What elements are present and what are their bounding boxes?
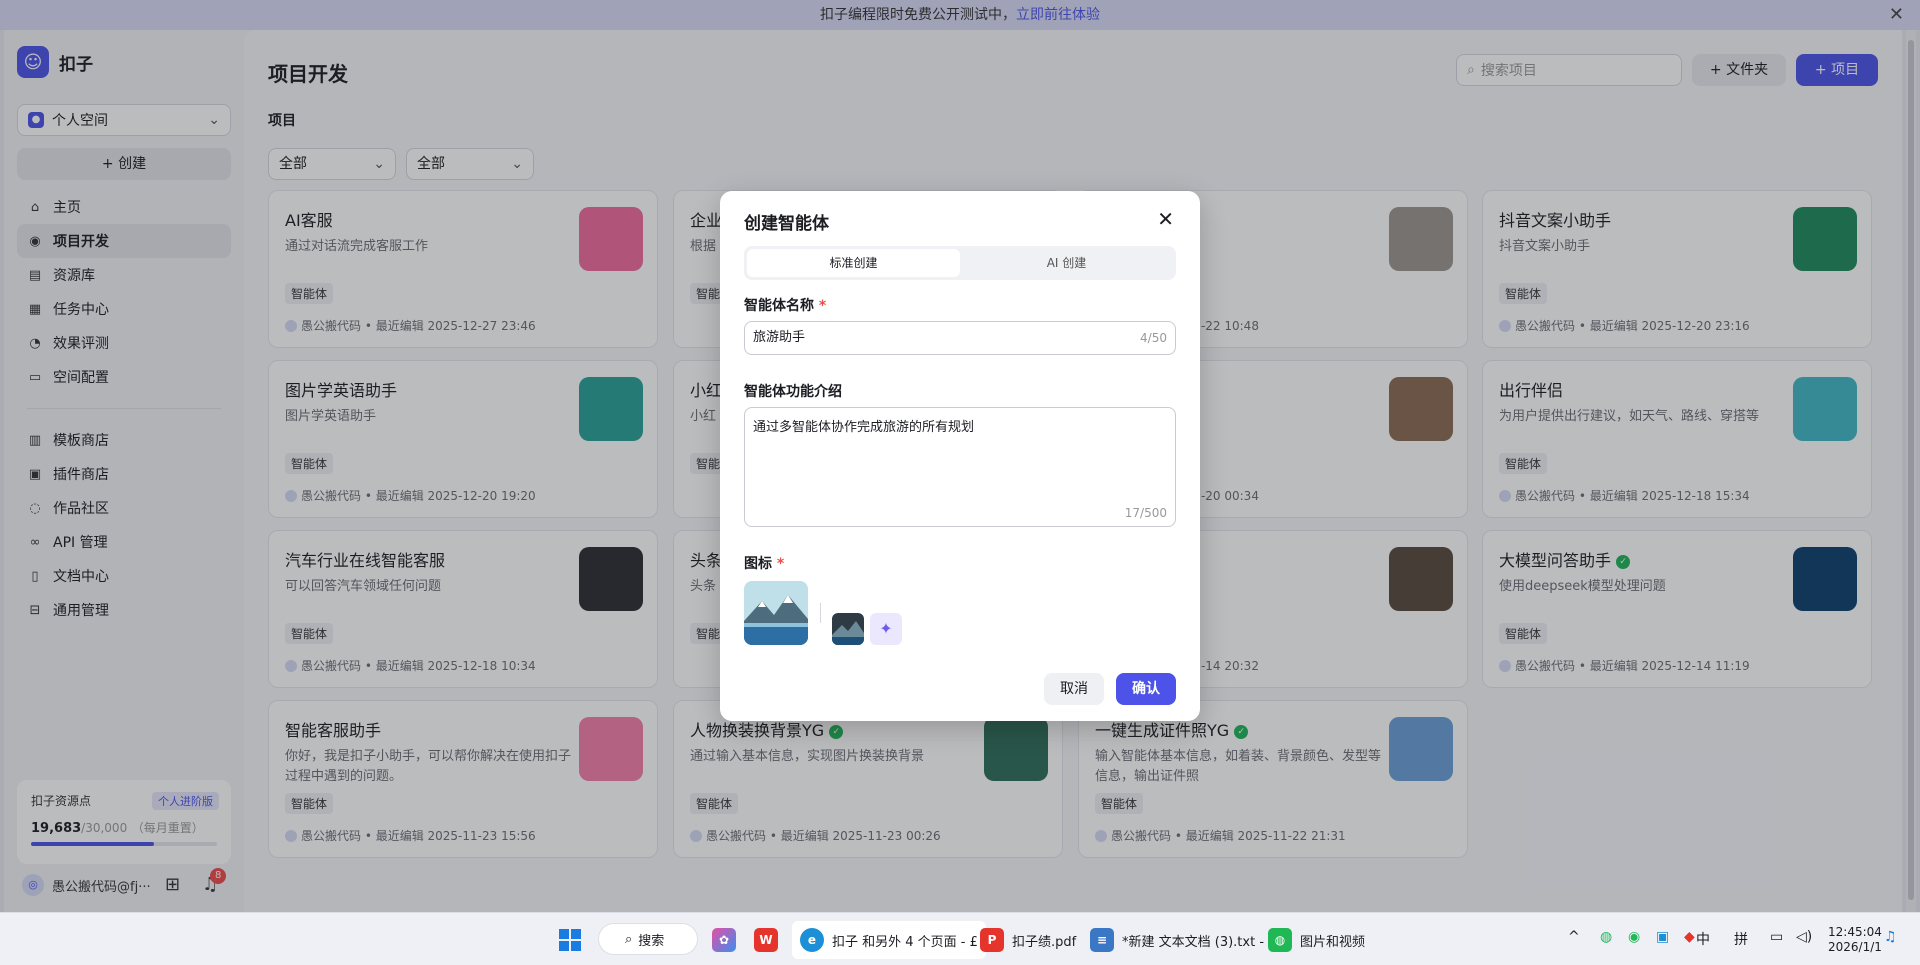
windows-icon (559, 929, 581, 951)
description-char-count: 17/500 (1124, 506, 1167, 520)
taskbar-window-label: 扣子绩.pdf (1012, 934, 1077, 950)
name-char-count: 4/50 (1140, 331, 1167, 345)
ime-mode[interactable]: 中 (1696, 929, 1710, 949)
taskbar-edge-window[interactable]: e 扣子 和另外 4 个页面 - £ (792, 921, 986, 959)
taskbar-search[interactable]: ⌕ 搜索 (598, 923, 698, 955)
tray-expand-icon[interactable]: ^ (1568, 929, 1580, 945)
ai-generate-icon[interactable]: ✦ (870, 613, 902, 645)
wps-app[interactable]: W (754, 921, 778, 959)
wps-icon: W (754, 928, 778, 952)
taskbar-pdf-window[interactable]: P 扣子绩.pdf (980, 921, 1076, 959)
network-icon[interactable]: ▭ (1770, 929, 1783, 945)
mountain-thumbnail-image (832, 613, 864, 645)
ime-pinyin[interactable]: 拼 (1734, 929, 1748, 949)
agent-description-value: 通过多智能体协作完成旅游的所有规划 (753, 420, 975, 435)
blue-tray-icon[interactable]: ▣ (1656, 929, 1669, 945)
clock-date: 2026/1/1 (1828, 940, 1882, 954)
windows-taskbar: ⌕ 搜索 ✿ W e 扣子 和另外 4 个页面 - £ P 扣子绩.pdf ≡ *新建 … (0, 912, 1920, 965)
icon-label: 图标 * (744, 556, 785, 572)
agent-description-textarea[interactable]: 通过多智能体协作完成旅游的所有规划 17/500 (744, 407, 1176, 527)
green-tray-icon[interactable]: ◉ (1628, 929, 1640, 945)
volume-icon[interactable]: ◁) (1796, 929, 1812, 945)
selected-agent-icon[interactable] (744, 581, 808, 645)
cancel-button[interactable]: 取消 (1044, 673, 1104, 705)
edge-icon: e (800, 928, 824, 952)
copilot-app[interactable]: ✿ (712, 921, 736, 959)
name-label: 智能体名称 * (744, 298, 827, 314)
search-icon: ⌕ (625, 931, 633, 947)
taskbar-window-label: 图片和视频 (1300, 934, 1366, 950)
pdf-icon: P (980, 928, 1004, 952)
taskbar-window-label: *新建 文本文档 (3).txt - (1122, 934, 1265, 950)
copilot-icon: ✿ (712, 928, 736, 952)
create-agent-dialog: 创建智能体 ✕ 标准创建 AI 创建 智能体名称 * 旅游助手 4/50 智能体… (720, 191, 1200, 721)
taskbar-window-label: 扣子 和另外 4 个页面 - £ (832, 934, 978, 950)
clock-time: 12:45:04 (1828, 925, 1882, 939)
tab-standard-create[interactable]: 标准创建 (747, 249, 960, 277)
taskbar-wechat-window[interactable]: ◍ 图片和视频 (1268, 921, 1365, 959)
dialog-title: 创建智能体 (744, 214, 829, 234)
mountain-lake-image (744, 581, 808, 645)
taskbar-notepad-window[interactable]: ≡ *新建 文本文档 (3).txt - (1090, 921, 1264, 959)
divider (820, 603, 821, 623)
red-tray-icon[interactable]: ◆ (1684, 929, 1695, 945)
notepad-icon: ≡ (1090, 928, 1114, 952)
agent-name-value: 旅游助手 (753, 330, 806, 345)
wechat-tray-icon[interactable]: ◍ (1600, 929, 1612, 945)
create-mode-tabs: 标准创建 AI 创建 (744, 246, 1176, 280)
confirm-button[interactable]: 确认 (1116, 673, 1176, 705)
agent-name-input[interactable]: 旅游助手 4/50 (744, 321, 1176, 355)
wechat-icon: ◍ (1268, 928, 1292, 952)
system-clock[interactable]: 12:45:04 2026/1/1 (1828, 925, 1882, 955)
description-label: 智能体功能介绍 (744, 384, 842, 400)
taskbar-search-label: 搜索 (638, 933, 665, 949)
tab-ai-create[interactable]: AI 创建 (960, 249, 1173, 277)
notification-bell-icon[interactable]: ♫ (1884, 929, 1897, 945)
icon-option-image[interactable] (832, 613, 864, 645)
start-button[interactable] (558, 921, 582, 959)
close-icon[interactable]: ✕ (1157, 207, 1174, 231)
